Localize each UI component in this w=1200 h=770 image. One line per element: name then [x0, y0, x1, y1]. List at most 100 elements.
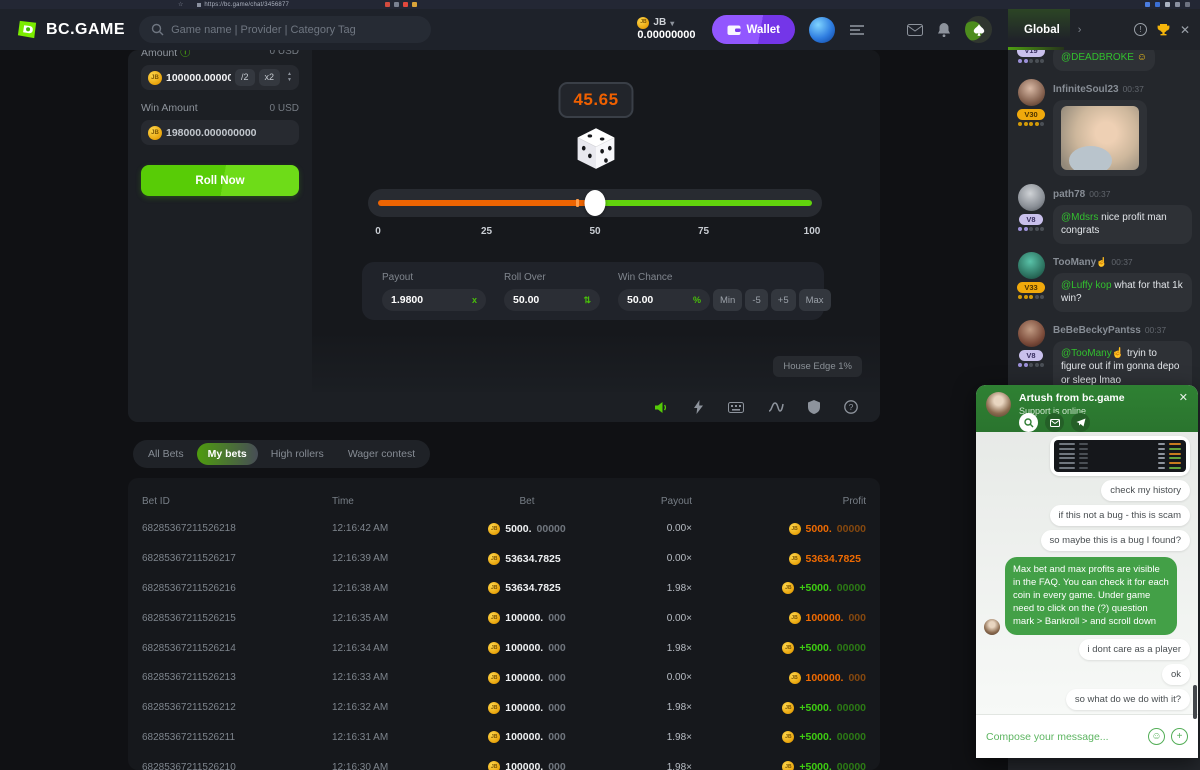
menu-icon[interactable] — [849, 24, 865, 36]
brand-logo[interactable]: BC.GAME — [16, 18, 125, 41]
bet-profit: 100000.000 — [692, 672, 866, 684]
avatar[interactable] — [1018, 79, 1045, 106]
chat-message: V8 BeBeBeckyPantss00:37 @TooMany☝ tryin … — [1016, 320, 1192, 394]
trophy-icon[interactable] — [1157, 23, 1170, 36]
search-icon[interactable] — [1019, 413, 1038, 432]
bet-payout: 1.98× — [602, 732, 692, 743]
max-button[interactable]: Max — [799, 289, 831, 311]
support-screenshot-thumbnail[interactable] — [1054, 440, 1186, 472]
trends-icon[interactable] — [768, 401, 784, 413]
avatar[interactable] — [809, 17, 835, 43]
tab-wager-contest[interactable]: Wager contest — [337, 443, 426, 465]
game-canvas: 45.65 0 25 50 75 — [312, 50, 880, 392]
attach-plus-icon[interactable]: + — [1171, 728, 1188, 745]
sound-icon[interactable] — [654, 401, 669, 414]
chat-image[interactable] — [1061, 106, 1139, 170]
bet-time: 12:16:38 AM — [332, 583, 452, 594]
bet-id[interactable]: 68285367211526212 — [142, 702, 332, 713]
bet-id[interactable]: 68285367211526217 — [142, 553, 332, 564]
col-bet: Bet — [452, 496, 602, 507]
currency-selector[interactable]: JB ▾ 0.00000000 — [637, 17, 695, 42]
message-bubble: @DEADBROKE ☺ — [1053, 50, 1155, 71]
url-text[interactable]: https://bc.game/chat/3456877 — [204, 2, 289, 8]
support-chat-widget: Artush from bc.game Support is online ✕ — [976, 385, 1198, 758]
double-bet-button[interactable]: x2 — [259, 69, 281, 86]
amount-value[interactable]: 100000.00000000 — [166, 72, 231, 84]
bet-id[interactable]: 68285367211526211 — [142, 732, 332, 743]
result-marker — [576, 199, 579, 207]
hotkeys-keyboard-icon[interactable] — [728, 402, 744, 413]
table-row[interactable]: 68285367211526213 12:16:33 AM 100000.000… — [138, 663, 870, 693]
amount-input[interactable]: 100000.00000000 /2 x2 ▲▼ — [141, 65, 299, 90]
roll-slider[interactable] — [368, 189, 822, 217]
close-icon[interactable]: ✕ — [1179, 391, 1188, 404]
table-row[interactable]: 68285367211526210 12:16:30 AM 100000.000… — [138, 752, 870, 770]
tab-my-bets[interactable]: My bets — [197, 443, 258, 465]
scrollbar-thumb[interactable] — [1193, 685, 1197, 719]
close-icon[interactable]: ✕ — [1180, 23, 1190, 37]
table-row[interactable]: 68285367211526216 12:16:38 AM 53634.7825… — [138, 574, 870, 604]
bet-id[interactable]: 68285367211526215 — [142, 613, 332, 624]
roll-now-button[interactable]: Roll Now — [141, 165, 299, 196]
half-bet-button[interactable]: /2 — [235, 69, 255, 86]
avatar[interactable] — [1018, 252, 1045, 279]
table-row[interactable]: 68285367211526217 12:16:39 AM 53634.7825… — [138, 544, 870, 574]
table-row[interactable]: 68285367211526212 12:16:32 AM 100000.000… — [138, 693, 870, 723]
help-icon[interactable]: ? — [844, 400, 858, 414]
win-amount-input[interactable]: 198000.000000000 — [141, 120, 299, 145]
bet-id[interactable]: 68285367211526210 — [142, 762, 332, 770]
info-icon[interactable]: ⓘ — [180, 50, 190, 59]
email-icon[interactable] — [1045, 413, 1064, 432]
bell-icon[interactable] — [937, 22, 951, 37]
bet-id[interactable]: 68285367211526218 — [142, 523, 332, 534]
emoji-picker-icon[interactable]: ☺ — [1148, 728, 1165, 745]
compose-placeholder[interactable]: Compose your message... — [986, 731, 1142, 743]
table-row[interactable]: 68285367211526218 12:16:42 AM 5000.00000… — [138, 514, 870, 544]
tab-all-bets[interactable]: All Bets — [137, 443, 195, 465]
bet-id[interactable]: 68285367211526216 — [142, 583, 332, 594]
search-icon — [151, 23, 164, 36]
browser-action-icons[interactable] — [1145, 2, 1190, 7]
jb-coin-icon — [637, 17, 649, 29]
fairness-shield-icon[interactable] — [808, 400, 820, 414]
username[interactable]: InfiniteSoul23 — [1053, 84, 1119, 95]
bet-id[interactable]: 68285367211526214 — [142, 643, 332, 654]
table-row[interactable]: 68285367211526214 12:16:34 AM 100000.000… — [138, 633, 870, 663]
tab-high-rollers[interactable]: High rollers — [260, 443, 335, 465]
chat-rules-icon[interactable]: ! — [1134, 23, 1147, 36]
swap-icon[interactable]: ⇅ — [583, 295, 591, 306]
jb-coin-icon — [488, 642, 500, 654]
extension-icons[interactable] — [385, 2, 417, 7]
username[interactable]: BeBeBeckyPantss — [1053, 325, 1141, 336]
timestamp: 00:37 — [1145, 325, 1166, 335]
rollover-input[interactable]: 50.00 ⇅ — [504, 289, 600, 311]
minus5-button[interactable]: -5 — [745, 289, 767, 311]
compose-bar[interactable]: Compose your message... ☺ + — [976, 714, 1198, 758]
min-button[interactable]: Min — [713, 289, 742, 311]
plus5-button[interactable]: +5 — [771, 289, 796, 311]
bookmark-icon[interactable]: ☆ — [178, 1, 183, 8]
bet-payout: 0.00× — [602, 672, 692, 683]
chat-room-tab[interactable]: Global — [1008, 9, 1070, 50]
table-row[interactable]: 68285367211526215 12:16:35 AM 100000.000… — [138, 603, 870, 633]
bet-id[interactable]: 68285367211526213 — [142, 672, 332, 683]
chevron-right-icon[interactable]: › — [1078, 24, 1082, 36]
avatar[interactable] — [1018, 320, 1045, 347]
game-toolbar: ? — [128, 392, 880, 422]
avatar[interactable] — [1018, 184, 1045, 211]
search-input[interactable]: Game name | Provider | Category Tag — [139, 16, 431, 43]
mail-icon[interactable] — [907, 24, 923, 36]
table-row[interactable]: 68285367211526211 12:16:31 AM 100000.000… — [138, 723, 870, 753]
winchance-input[interactable]: 50.00 % — [618, 289, 710, 311]
wallet-button[interactable]: Wallet — [712, 15, 795, 44]
username[interactable]: path78 — [1053, 189, 1085, 200]
telegram-icon[interactable] — [1071, 413, 1090, 432]
amount-stepper[interactable]: ▲▼ — [284, 72, 295, 83]
slider-handle[interactable] — [585, 190, 606, 216]
quests-spade-icon[interactable] — [965, 16, 992, 43]
bet-time: 12:16:31 AM — [332, 732, 452, 743]
turbo-bolt-icon[interactable] — [693, 400, 704, 414]
payout-input[interactable]: 1.9800 x — [382, 289, 486, 311]
timestamp: 00:37 — [1123, 84, 1144, 94]
username[interactable]: TooMany — [1053, 257, 1096, 268]
